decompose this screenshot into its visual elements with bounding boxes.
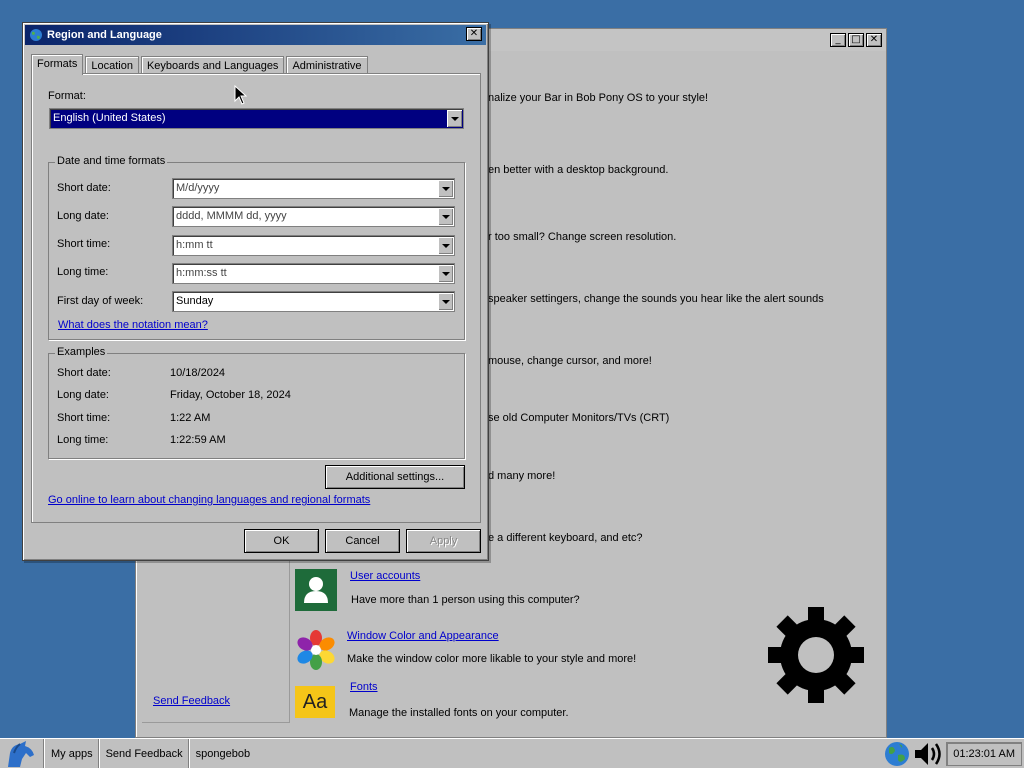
date-time-group: Date and time formats Short date: M/d/yy… <box>48 155 465 340</box>
dialog-titlebar: Region and Language <box>25 25 486 45</box>
mouse-desc: mouse, change cursor, and more! <box>488 355 652 367</box>
taskbar-item-send-feedback[interactable]: Send Feedback <box>98 738 189 768</box>
ex-long-date-label: Long date: <box>57 389 109 401</box>
taskbar-item-user[interactable]: spongebob <box>188 738 256 768</box>
ex-short-time-label: Short time: <box>57 412 111 424</box>
date-time-group-title: Date and time formats <box>55 155 168 167</box>
online-help-link[interactable]: Go online to learn about changing langua… <box>48 494 370 506</box>
speaker-icon[interactable] <box>912 739 946 768</box>
chevron-down-icon[interactable] <box>438 237 453 254</box>
maximize-button[interactable]: □ <box>848 33 864 47</box>
long-date-select[interactable]: dddd, MMMM dd, yyyy <box>172 206 455 227</box>
keyboard-desc: e a different keyboard, and etc? <box>488 532 643 544</box>
close-button[interactable]: ✕ <box>866 33 882 47</box>
send-feedback-link[interactable]: Send Feedback <box>153 695 230 707</box>
cancel-button[interactable]: Cancel <box>325 529 400 553</box>
fonts-desc: Manage the installed fonts on your compu… <box>349 707 569 719</box>
long-time-value: h:mm:ss tt <box>176 267 227 279</box>
dialog-close-button[interactable]: ✕ <box>466 27 482 41</box>
long-time-select[interactable]: h:mm:ss tt <box>172 263 455 284</box>
formats-panel: Format: English (United States) Date and… <box>31 73 481 523</box>
ex-long-time-value: 1:22:59 AM <box>170 434 226 446</box>
format-select[interactable]: English (United States) <box>49 108 464 129</box>
dialog-title: Region and Language <box>47 29 162 41</box>
long-time-label: Long time: <box>57 266 109 278</box>
clock[interactable]: 01:23:01 AM <box>946 742 1022 766</box>
ex-short-time-value: 1:22 AM <box>170 412 211 424</box>
chevron-down-icon[interactable] <box>438 265 453 282</box>
ex-short-date-value: 10/18/2024 <box>170 367 226 379</box>
short-time-value: h:mm tt <box>176 239 213 251</box>
ok-button[interactable]: OK <box>244 529 319 553</box>
user-accounts-icon[interactable] <box>295 569 337 611</box>
short-date-select[interactable]: M/d/yyyy <box>172 178 455 199</box>
chevron-down-icon[interactable] <box>447 110 462 127</box>
first-day-value: Sunday <box>176 295 214 307</box>
gear-icon <box>768 607 864 703</box>
region-language-dialog: Region and Language ✕ Formats Location K… <box>22 22 489 561</box>
tab-formats[interactable]: Formats <box>31 54 84 75</box>
background-desc: en better with a desktop background. <box>488 164 669 176</box>
fonts-icon[interactable]: Aa <box>295 686 335 718</box>
first-day-label: First day of week: <box>57 295 144 307</box>
system-tray: 01:23:01 AM <box>882 739 1024 768</box>
long-date-value: dddd, MMMM dd, yyyy <box>176 210 287 222</box>
fonts-link[interactable]: Fonts <box>350 681 378 693</box>
taskbar: My apps Send Feedback spongebob 01:23:01… <box>0 738 1024 768</box>
format-label: Format: <box>48 90 86 102</box>
format-value: English (United States) <box>53 112 166 124</box>
globe-icon <box>30 29 42 41</box>
more-desc: d many more! <box>488 470 556 482</box>
sound-desc: speaker settingers, change the sounds yo… <box>488 293 824 305</box>
crt-desc: se old Computer Monitors/TVs (CRT) <box>488 412 670 424</box>
short-date-label: Short date: <box>57 182 111 194</box>
chevron-down-icon[interactable] <box>438 293 453 310</box>
bar-desc: nalize your Bar in Bob Pony OS to your s… <box>488 92 709 104</box>
chevron-down-icon[interactable] <box>438 180 453 197</box>
user-accounts-link[interactable]: User accounts <box>350 570 420 582</box>
ex-long-time-label: Long time: <box>57 434 109 446</box>
globe-icon[interactable] <box>882 739 912 768</box>
pony-logo-icon <box>8 740 34 767</box>
resolution-desc: r too small? Change screen resolution. <box>488 231 677 243</box>
window-color-icon[interactable] <box>295 629 337 671</box>
long-date-label: Long date: <box>57 210 109 222</box>
tab-strip: Formats Location Keyboards and Languages… <box>31 53 370 75</box>
short-time-select[interactable]: h:mm tt <box>172 235 455 256</box>
user-accounts-desc: Have more than 1 person using this compu… <box>351 594 580 606</box>
examples-group: Examples Short date: 10/18/2024 Long dat… <box>48 346 465 459</box>
start-button[interactable] <box>0 739 44 768</box>
ex-long-date-value: Friday, October 18, 2024 <box>170 389 291 401</box>
taskbar-item-my-apps[interactable]: My apps <box>44 738 99 768</box>
window-color-link[interactable]: Window Color and Appearance <box>347 630 499 642</box>
minimize-button[interactable]: _ <box>830 33 846 47</box>
ex-short-date-label: Short date: <box>57 367 111 379</box>
apply-button[interactable]: Apply <box>406 529 481 553</box>
mouse-cursor-icon <box>234 85 248 105</box>
notation-help-link[interactable]: What does the notation mean? <box>58 319 208 331</box>
additional-settings-button[interactable]: Additional settings... <box>325 465 465 489</box>
short-time-label: Short time: <box>57 238 111 250</box>
short-date-value: M/d/yyyy <box>176 182 220 194</box>
window-color-desc: Make the window color more likable to yo… <box>347 653 637 665</box>
examples-group-title: Examples <box>55 346 108 358</box>
first-day-select[interactable]: Sunday <box>172 291 455 312</box>
chevron-down-icon[interactable] <box>438 208 453 225</box>
